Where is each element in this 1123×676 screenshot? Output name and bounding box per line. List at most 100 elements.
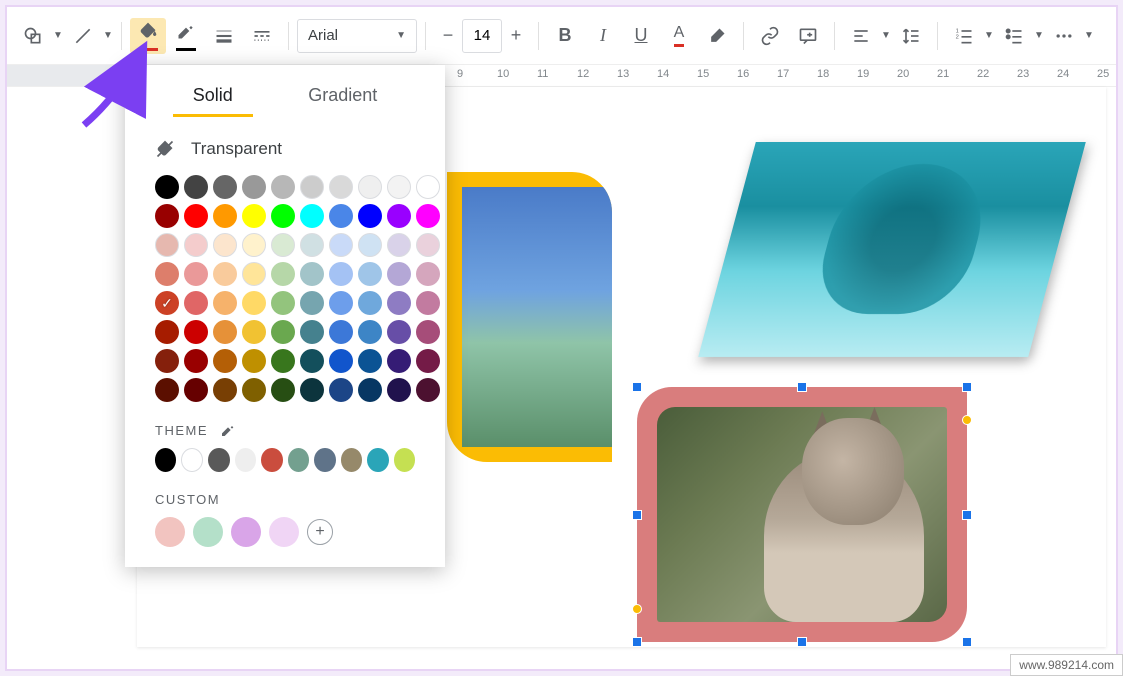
color-swatch[interactable] [387,378,411,402]
color-swatch[interactable] [329,378,353,402]
color-swatch[interactable] [184,233,208,257]
theme-swatch[interactable] [288,448,309,472]
color-swatch[interactable] [242,175,266,199]
color-swatch[interactable] [242,291,266,315]
line-spacing-button[interactable] [893,18,929,54]
underline-button[interactable]: U [623,18,659,54]
color-swatch[interactable] [300,378,324,402]
theme-swatch[interactable] [367,448,388,472]
color-swatch[interactable] [155,175,179,199]
color-swatch[interactable] [155,233,179,257]
color-swatch[interactable] [358,233,382,257]
color-swatch[interactable] [329,233,353,257]
color-swatch[interactable] [416,291,440,315]
color-swatch[interactable] [242,320,266,344]
bold-button[interactable]: B [547,18,583,54]
color-swatch[interactable] [300,233,324,257]
color-swatch[interactable] [271,175,295,199]
solid-tab[interactable]: Solid [173,77,253,117]
insert-link-button[interactable] [752,18,788,54]
theme-swatch[interactable] [181,448,203,472]
color-swatch[interactable] [184,378,208,402]
color-swatch[interactable] [184,320,208,344]
color-swatch[interactable] [213,262,237,286]
italic-button[interactable]: I [585,18,621,54]
shape-dropdown[interactable]: ▼ [53,30,63,41]
border-dash-button[interactable] [244,18,280,54]
theme-swatch[interactable] [208,448,229,472]
color-swatch[interactable] [416,204,440,228]
color-swatch[interactable] [358,262,382,286]
color-swatch[interactable] [416,233,440,257]
color-swatch[interactable] [358,175,382,199]
color-swatch[interactable] [213,175,237,199]
resize-handle[interactable] [962,510,972,520]
text-color-button[interactable]: A [661,18,697,54]
color-swatch[interactable] [416,349,440,373]
color-swatch[interactable] [416,320,440,344]
color-swatch[interactable] [387,262,411,286]
color-swatch[interactable] [213,291,237,315]
shape-tool[interactable] [15,18,51,54]
add-custom-color[interactable]: + [307,519,333,545]
color-swatch[interactable] [271,204,295,228]
color-swatch[interactable] [184,349,208,373]
rounded-rect-shape-yellow[interactable] [447,172,612,462]
color-swatch[interactable] [329,262,353,286]
color-swatch[interactable] [271,378,295,402]
color-swatch[interactable] [271,233,295,257]
edit-theme-icon[interactable] [220,422,236,438]
resize-handle[interactable] [632,382,642,392]
theme-swatch[interactable] [394,448,415,472]
color-swatch[interactable] [387,320,411,344]
border-color-button[interactable] [168,18,204,54]
color-swatch[interactable] [155,262,179,286]
theme-swatch[interactable] [261,448,282,472]
color-swatch[interactable] [213,233,237,257]
color-swatch[interactable] [155,204,179,228]
border-weight-button[interactable] [206,18,242,54]
color-swatch[interactable] [271,349,295,373]
color-swatch[interactable] [358,349,382,373]
color-swatch[interactable] [387,233,411,257]
parallelogram-shape-teal[interactable] [698,142,1086,357]
more-options-button[interactable] [1046,18,1082,54]
color-swatch[interactable] [416,175,440,199]
decrease-font-size[interactable]: − [434,19,462,53]
color-swatch[interactable] [300,204,324,228]
highlight-button[interactable] [699,18,735,54]
custom-swatch[interactable] [231,517,261,547]
color-swatch[interactable] [300,320,324,344]
color-swatch[interactable] [242,262,266,286]
color-swatch[interactable] [242,349,266,373]
transparent-option[interactable]: Transparent [125,117,445,175]
color-swatch[interactable] [358,204,382,228]
resize-handle[interactable] [962,637,972,647]
increase-font-size[interactable]: + [502,19,530,53]
color-swatch[interactable] [300,175,324,199]
color-swatch[interactable] [358,291,382,315]
numbered-list-dropdown[interactable]: ▼ [984,30,994,41]
color-swatch[interactable] [213,349,237,373]
gradient-tab[interactable]: Gradient [288,77,397,117]
resize-handle[interactable] [797,637,807,647]
color-swatch[interactable] [387,291,411,315]
color-swatch[interactable] [155,291,179,315]
theme-swatch[interactable] [155,448,176,472]
color-swatch[interactable] [213,204,237,228]
color-swatch[interactable] [358,378,382,402]
numbered-list-button[interactable]: 12 [946,18,982,54]
color-swatch[interactable] [416,378,440,402]
font-family-select[interactable]: Arial▼ [297,19,417,53]
color-swatch[interactable] [300,262,324,286]
font-size-input[interactable] [462,19,502,53]
color-swatch[interactable] [329,291,353,315]
color-swatch[interactable] [271,291,295,315]
color-swatch[interactable] [155,320,179,344]
color-swatch[interactable] [387,349,411,373]
theme-swatch[interactable] [341,448,362,472]
resize-handle[interactable] [632,510,642,520]
color-swatch[interactable] [329,175,353,199]
color-swatch[interactable] [271,320,295,344]
color-swatch[interactable] [184,291,208,315]
